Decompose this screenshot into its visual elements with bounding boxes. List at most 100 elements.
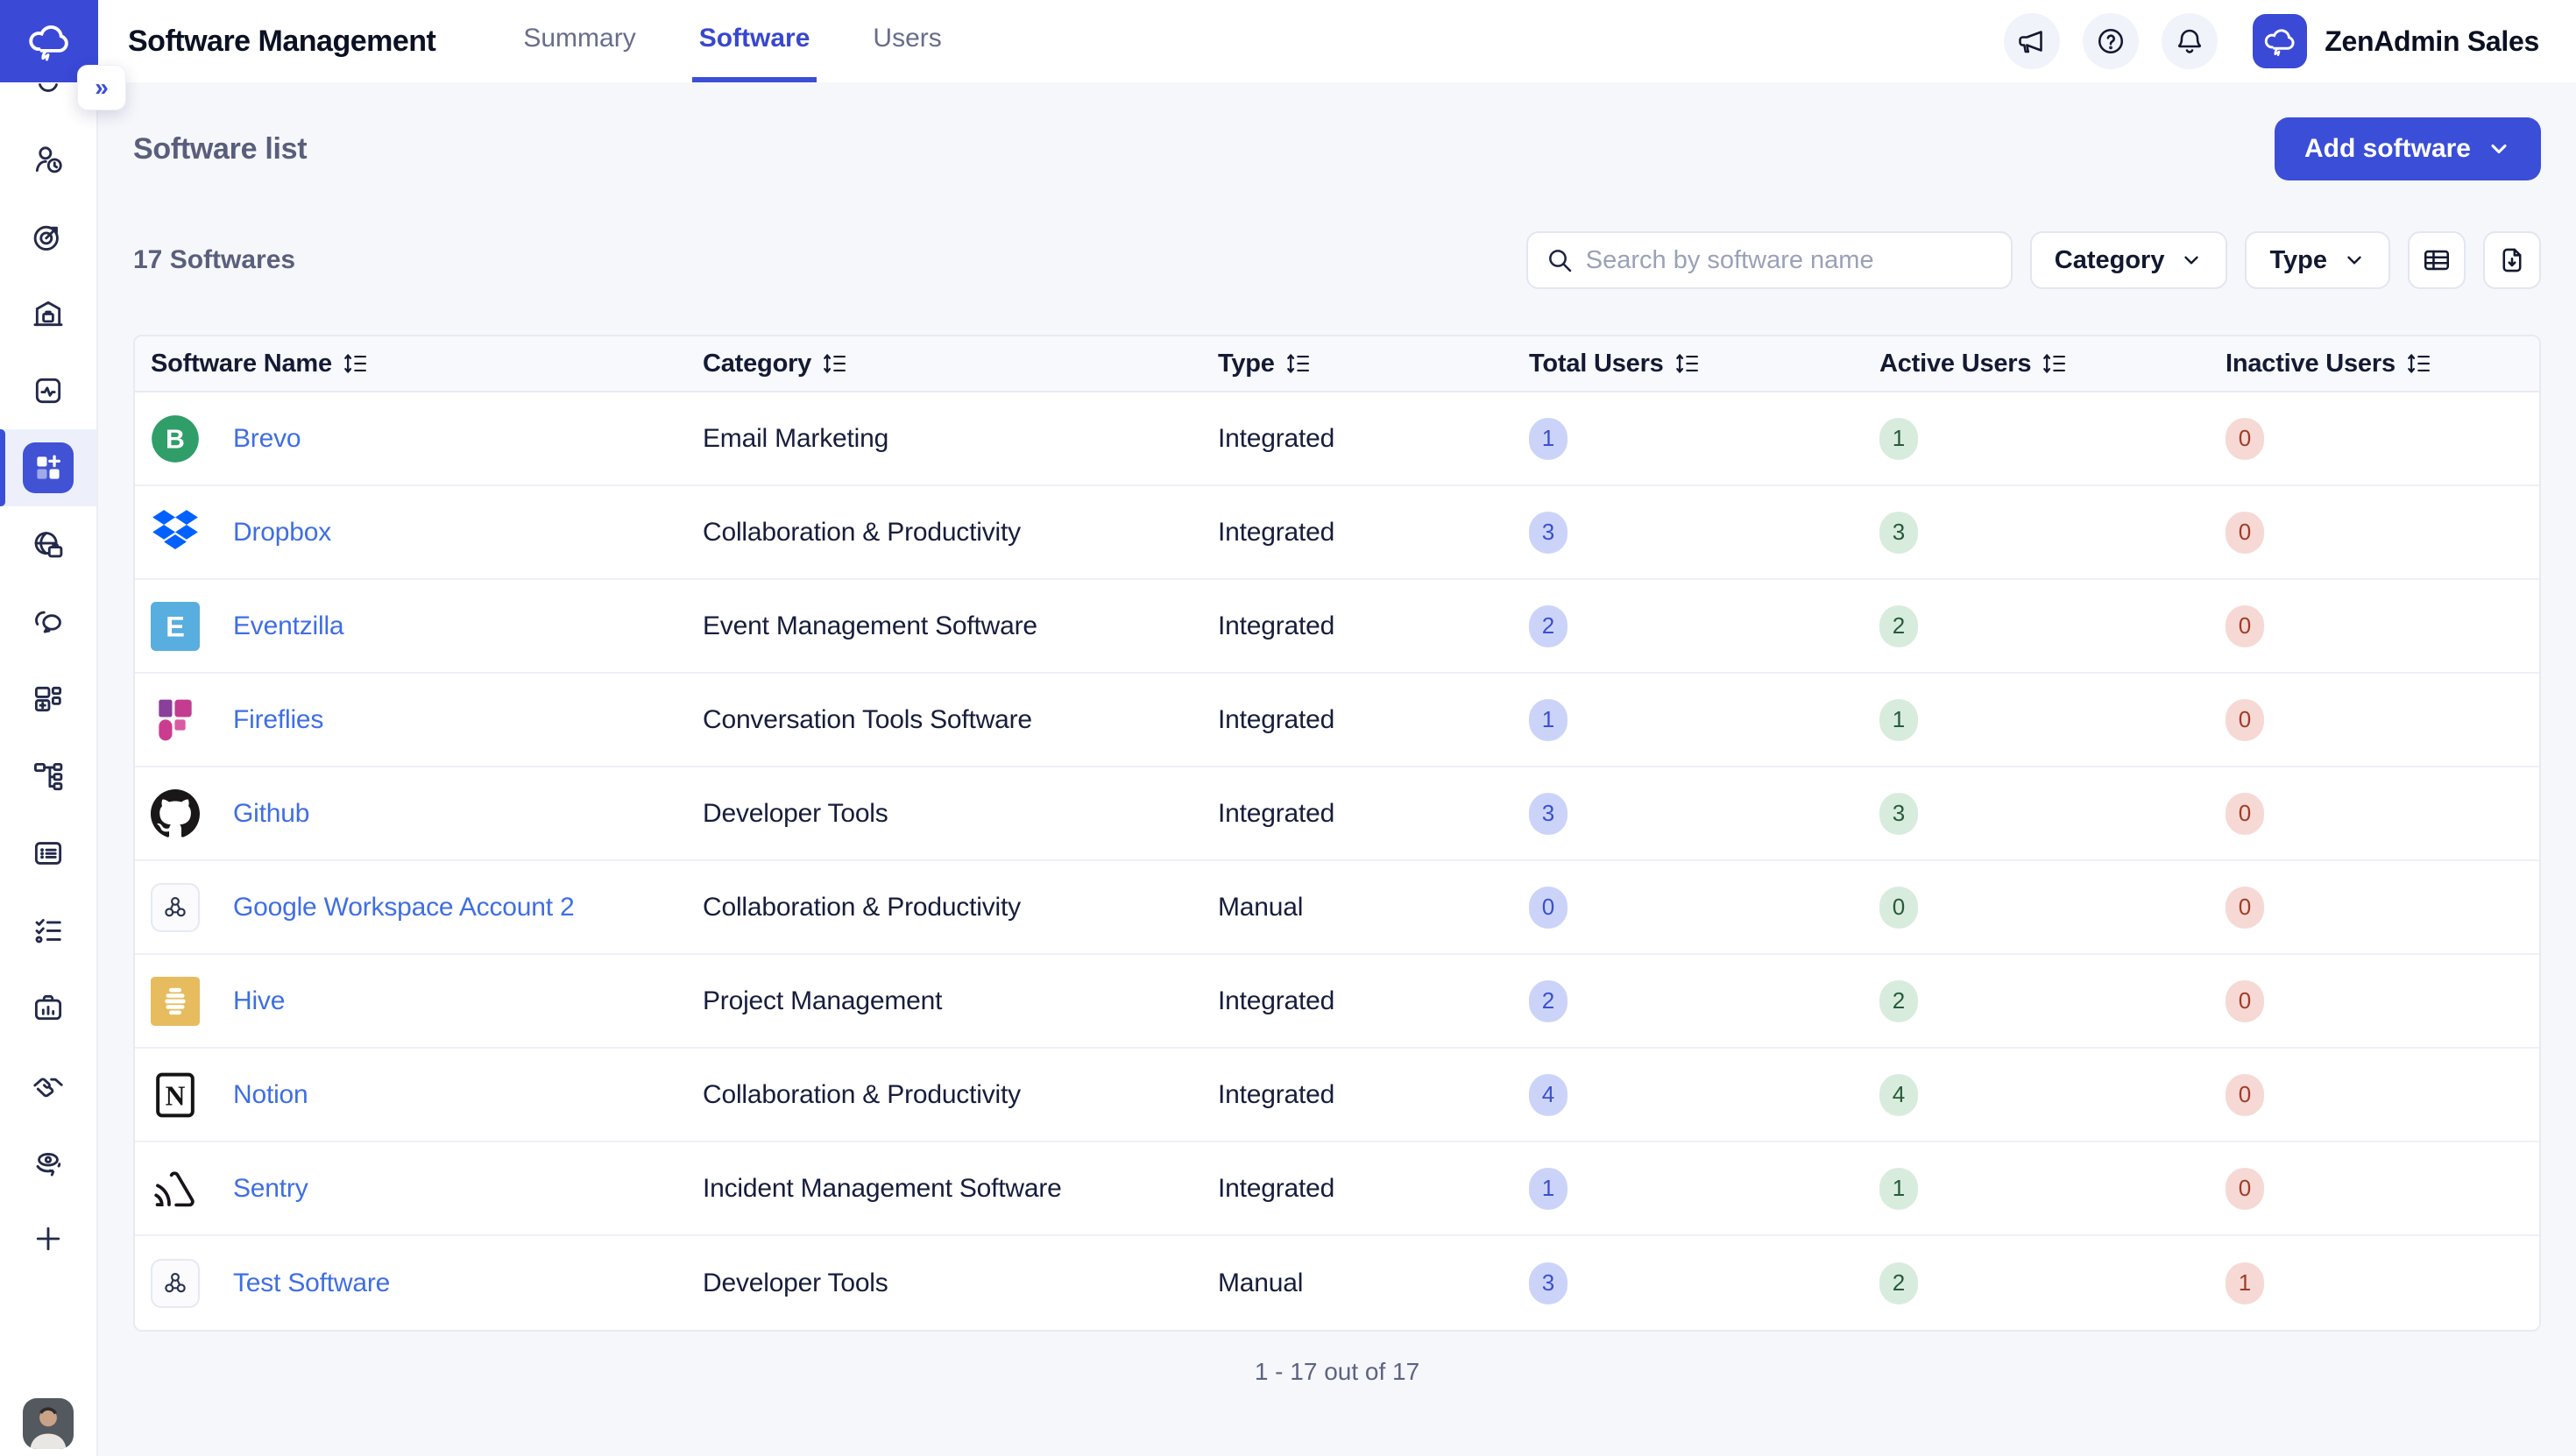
total-users-badge: 4 bbox=[1529, 1074, 1568, 1116]
svg-text:E: E bbox=[166, 610, 185, 642]
sidebar-item-marketplace[interactable] bbox=[0, 506, 97, 583]
total-users-cell: 3 bbox=[1529, 1262, 1879, 1304]
table-row[interactable]: B Brevo Email Marketing Integrated 1 1 0 bbox=[135, 392, 2539, 486]
sidebar-item-org-chart[interactable] bbox=[0, 738, 97, 815]
table-row[interactable]: Fireflies Conversation Tools Software In… bbox=[135, 674, 2539, 767]
megaphone-icon bbox=[2016, 25, 2048, 57]
software-name-link[interactable]: Fireflies bbox=[233, 705, 323, 735]
search-input[interactable] bbox=[1586, 246, 1993, 275]
table-row[interactable]: E Eventzilla Event Management Software I… bbox=[135, 580, 2539, 674]
software-name-cell: B Brevo bbox=[135, 414, 703, 463]
sidebar-item-goals[interactable] bbox=[0, 198, 97, 275]
sort-icon bbox=[2406, 352, 2432, 375]
software-logo bbox=[151, 1164, 200, 1213]
sidebar-item-office[interactable] bbox=[0, 275, 97, 352]
sidebar-item-user-time[interactable] bbox=[0, 121, 97, 198]
table-row[interactable]: Github Developer Tools Integrated 3 3 0 bbox=[135, 767, 2539, 861]
type-cell: Integrated bbox=[1218, 611, 1529, 641]
category-cell: Conversation Tools Software bbox=[703, 705, 1218, 735]
inactive-users-cell: 0 bbox=[2226, 1168, 2539, 1210]
sidebar-item-partnerships[interactable] bbox=[0, 1046, 97, 1123]
table-row[interactable]: Dropbox Collaboration & Productivity Int… bbox=[135, 486, 2539, 580]
software-name-cell: N Notion bbox=[135, 1071, 703, 1120]
sidebar-item-conversations[interactable] bbox=[0, 583, 97, 661]
column-header-software-name[interactable]: Software Name bbox=[135, 350, 703, 378]
export-button[interactable] bbox=[2483, 231, 2541, 289]
total-users-badge: 3 bbox=[1529, 793, 1568, 835]
active-users-cell: 2 bbox=[1879, 605, 2226, 647]
main-content: Software list Add software 17 Softwares … bbox=[98, 82, 2576, 1386]
account-logo bbox=[2253, 14, 2307, 68]
total-users-badge: 1 bbox=[1529, 1168, 1568, 1210]
globe-case-icon bbox=[32, 528, 65, 562]
column-header-total-users[interactable]: Total Users bbox=[1529, 350, 1879, 378]
user-avatar[interactable] bbox=[23, 1398, 74, 1449]
active-users-cell: 1 bbox=[1879, 1168, 2226, 1210]
columns-settings-button[interactable] bbox=[2408, 231, 2466, 289]
software-name-link[interactable]: Notion bbox=[233, 1080, 308, 1110]
help-button[interactable] bbox=[2083, 13, 2139, 69]
org-chart-icon bbox=[32, 760, 65, 793]
column-header-inactive-users[interactable]: Inactive Users bbox=[2226, 350, 2539, 378]
sidebar-item-reports[interactable] bbox=[0, 815, 97, 892]
software-name-link[interactable]: Sentry bbox=[233, 1174, 308, 1204]
table-row[interactable]: Hive Project Management Integrated 2 2 0 bbox=[135, 955, 2539, 1049]
sidebar-item-integrations[interactable] bbox=[0, 661, 97, 738]
table-columns-icon bbox=[2422, 245, 2452, 275]
announcements-button[interactable] bbox=[2004, 13, 2060, 69]
software-name-link[interactable]: Hive bbox=[233, 986, 285, 1016]
page-module-title: Software Management bbox=[128, 25, 435, 59]
active-users-badge: 1 bbox=[1879, 699, 1918, 741]
type-cell: Manual bbox=[1218, 893, 1529, 922]
software-name-link[interactable]: Google Workspace Account 2 bbox=[233, 893, 574, 922]
active-users-cell: 0 bbox=[1879, 887, 2226, 929]
chevron-down-icon bbox=[2343, 249, 2366, 272]
type-filter[interactable]: Type bbox=[2245, 231, 2390, 289]
software-name-link[interactable]: Dropbox bbox=[233, 518, 331, 548]
sidebar-item-add[interactable] bbox=[0, 1200, 97, 1277]
category-filter[interactable]: Category bbox=[2030, 231, 2228, 289]
sidebar-item-checklist[interactable] bbox=[0, 892, 97, 969]
search-box[interactable] bbox=[1526, 231, 2013, 289]
tab-software[interactable]: Software bbox=[692, 0, 817, 82]
sidebar-item-reimbursements[interactable] bbox=[0, 1123, 97, 1200]
software-name-cell: Fireflies bbox=[135, 696, 703, 745]
software-name-link[interactable]: Brevo bbox=[233, 424, 301, 454]
column-header-category[interactable]: Category bbox=[703, 350, 1218, 378]
sidebar-expand-button[interactable]: » bbox=[77, 65, 126, 110]
toolbar-tools: Category Type bbox=[1526, 231, 2541, 289]
type-cell: Integrated bbox=[1218, 705, 1529, 735]
software-logo: E bbox=[151, 602, 200, 651]
table-row[interactable]: Google Workspace Account 2 Collaboration… bbox=[135, 861, 2539, 955]
active-users-badge: 4 bbox=[1879, 1074, 1918, 1116]
column-header-active-users[interactable]: Active Users bbox=[1879, 350, 2226, 378]
active-users-badge: 3 bbox=[1879, 793, 1918, 835]
software-name-link[interactable]: Test Software bbox=[233, 1269, 390, 1298]
tab-users[interactable]: Users bbox=[866, 0, 948, 82]
account-switcher[interactable]: ZenAdmin Sales bbox=[2253, 14, 2539, 68]
column-header-type[interactable]: Type bbox=[1218, 350, 1529, 378]
total-users-cell: 0 bbox=[1529, 887, 1879, 929]
software-name-link[interactable]: Github bbox=[233, 799, 309, 829]
software-name-link[interactable]: Eventzilla bbox=[233, 611, 343, 641]
active-users-badge: 2 bbox=[1879, 980, 1918, 1022]
table-row[interactable]: N Notion Collaboration & Productivity In… bbox=[135, 1049, 2539, 1142]
software-name-cell: Google Workspace Account 2 bbox=[135, 883, 703, 932]
sidebar-item-device-health[interactable] bbox=[0, 352, 97, 429]
sidebar-item-software[interactable] bbox=[0, 429, 97, 506]
tab-summary[interactable]: Summary bbox=[516, 0, 642, 82]
active-users-cell: 3 bbox=[1879, 512, 2226, 554]
active-users-cell: 4 bbox=[1879, 1074, 2226, 1116]
add-software-button[interactable]: Add software bbox=[2275, 117, 2541, 180]
type-cell: Manual bbox=[1218, 1269, 1529, 1298]
category-cell: Event Management Software bbox=[703, 611, 1218, 641]
module-tabs: Summary Software Users bbox=[516, 0, 948, 82]
table-row[interactable]: Sentry Incident Management Software Inte… bbox=[135, 1142, 2539, 1236]
table-row[interactable]: Test Software Developer Tools Manual 3 2… bbox=[135, 1236, 2539, 1330]
notifications-button[interactable] bbox=[2162, 13, 2218, 69]
category-cell: Project Management bbox=[703, 986, 1218, 1016]
active-users-cell: 1 bbox=[1879, 699, 2226, 741]
software-logo bbox=[151, 508, 200, 557]
sidebar-item-payroll[interactable] bbox=[0, 969, 97, 1046]
list-card-icon bbox=[32, 837, 65, 870]
